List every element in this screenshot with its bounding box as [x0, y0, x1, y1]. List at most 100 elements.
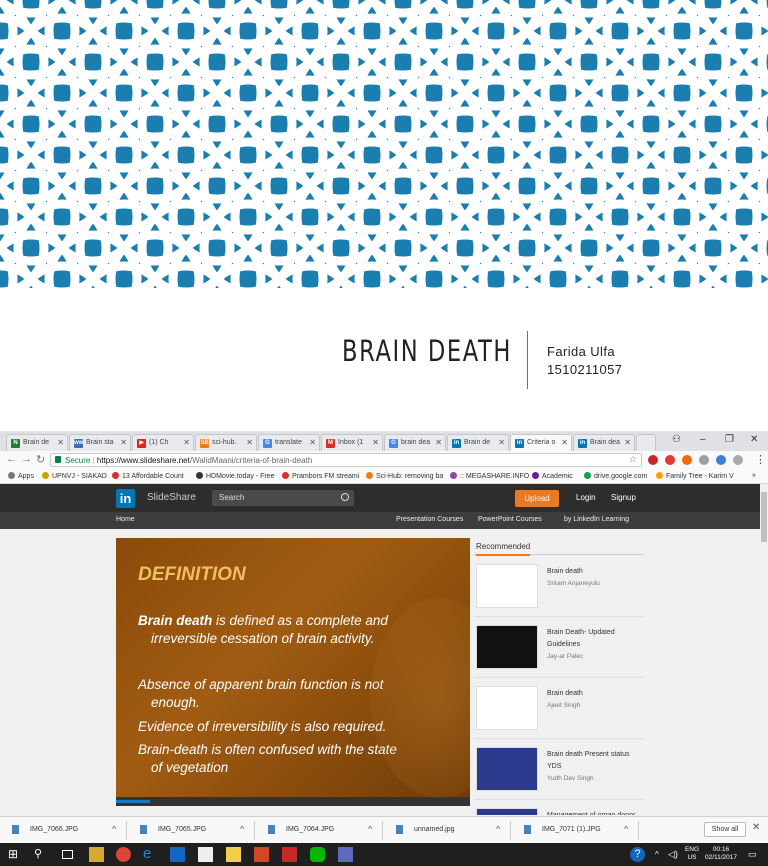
- chevron-up-icon[interactable]: ^: [368, 824, 372, 834]
- browser-tab[interactable]: ww Brain sta ✕: [69, 434, 131, 451]
- line-app-icon[interactable]: [310, 847, 325, 862]
- browser-tab[interactable]: ▶ (1) Ch ✕: [132, 434, 194, 451]
- bookmark-item[interactable]: Apps: [8, 472, 34, 480]
- browser-tab[interactable]: Gtranslate ✕: [258, 434, 320, 451]
- clock[interactable]: 00:16 02/11/2017: [700, 846, 742, 862]
- recommended-author[interactable]: Sriram Anjaneyulu: [547, 578, 643, 590]
- acrobat-icon[interactable]: [282, 847, 297, 862]
- browser-tab[interactable]: in Brain de ✕: [447, 434, 509, 451]
- recommended-thumbnail[interactable]: [476, 564, 538, 608]
- slide-viewer[interactable]: DEFINITION Brain death is defined as a c…: [116, 538, 470, 806]
- back-icon[interactable]: ←: [6, 453, 17, 465]
- recommended-item[interactable]: Brain death Ajeet Singh: [474, 679, 644, 739]
- linkedin-learning-link[interactable]: by LinkedIn Learning: [564, 516, 629, 523]
- tab-close-icon[interactable]: ✕: [57, 438, 64, 447]
- powerpoint-courses-link[interactable]: PowerPoint Courses: [478, 516, 542, 523]
- tab-close-icon[interactable]: ✕: [561, 438, 568, 447]
- bookmark-item[interactable]: HDMovie.today - Free: [196, 472, 274, 480]
- extension-fire-icon[interactable]: [682, 455, 692, 465]
- browser-tab[interactable]: in Brain dea ✕: [573, 434, 635, 451]
- recommended-thumbnail[interactable]: [476, 686, 538, 730]
- powerpoint-icon[interactable]: [254, 847, 269, 862]
- recommended-title[interactable]: Brain death: [547, 568, 583, 575]
- recommended-thumbnail[interactable]: [476, 625, 538, 669]
- notifications-icon[interactable]: ▭: [748, 850, 757, 859]
- recommended-author[interactable]: Jay-ar Palec: [547, 651, 643, 663]
- slideshare-logo-text[interactable]: SlideShare: [147, 492, 196, 503]
- extension-shield-icon[interactable]: [648, 455, 658, 465]
- address-bar[interactable]: Secure | https://www.slideshare.net/Wali…: [50, 453, 642, 467]
- tab-close-icon[interactable]: ✕: [246, 438, 253, 447]
- browser-tab[interactable]: in Criteria o ✕: [510, 434, 572, 451]
- profile-icon[interactable]: ⚇: [672, 434, 681, 445]
- minimize-icon[interactable]: –: [700, 434, 706, 445]
- sticky-notes-icon[interactable]: [226, 847, 241, 862]
- download-item[interactable]: IMG_7066.JPG ^: [0, 823, 125, 839]
- bookmark-item[interactable]: UPNVJ - SIAKAD: [42, 472, 107, 480]
- presentation-courses-link[interactable]: Presentation Courses: [396, 516, 463, 523]
- bookmark-item[interactable]: 13 Affordable Count: [112, 472, 184, 480]
- volume-icon[interactable]: ◁): [668, 850, 678, 859]
- recommended-item[interactable]: Brain Death- Updated Guidelines Jay-ar Pa…: [474, 618, 644, 678]
- recommended-author[interactable]: Ajeet Singh: [547, 700, 643, 712]
- bookmark-item[interactable]: Academic: [532, 472, 573, 480]
- recommended-author[interactable]: Yudh Dev Singh: [547, 773, 643, 785]
- scrollbar-thumb[interactable]: [761, 492, 767, 542]
- bookmark-item[interactable]: Sci-Hub: removing ba: [366, 472, 443, 480]
- chevron-up-icon[interactable]: ^: [655, 851, 659, 859]
- extension-pin-icon[interactable]: [716, 455, 726, 465]
- download-item[interactable]: IMG_7064.JPG ^: [256, 823, 381, 839]
- restore-icon[interactable]: ❐: [725, 434, 734, 445]
- login-link[interactable]: Login: [576, 493, 596, 502]
- download-item[interactable]: IMG_7071 (1).JPG ^: [512, 823, 637, 839]
- show-all-button[interactable]: Show all: [704, 822, 746, 837]
- extension-menu-icon[interactable]: [733, 455, 743, 465]
- recommended-item[interactable]: Brain death Present status YDS Yudh Dev S…: [474, 740, 644, 800]
- file-explorer-icon[interactable]: [89, 847, 104, 862]
- upload-button[interactable]: Upload: [515, 490, 559, 507]
- browser-tab[interactable]: N Brain de ✕: [6, 434, 68, 451]
- forward-icon[interactable]: →: [21, 453, 32, 465]
- close-downloads-icon[interactable]: ✕: [752, 822, 760, 833]
- tab-close-icon[interactable]: ✕: [624, 438, 631, 447]
- bookmark-item[interactable]: Family Tree - Karim V: [656, 472, 734, 480]
- home-link[interactable]: Home: [116, 516, 135, 523]
- edge-icon[interactable]: e: [143, 845, 158, 862]
- tab-close-icon[interactable]: ✕: [435, 438, 442, 447]
- close-window-icon[interactable]: ✕: [750, 434, 758, 445]
- slide-progress-bar[interactable]: [116, 797, 470, 806]
- recommended-title[interactable]: Brain death Present status YDS: [547, 751, 630, 770]
- chevron-up-icon[interactable]: ^: [112, 824, 116, 834]
- search-taskbar-icon[interactable]: ⚲: [34, 847, 49, 862]
- recommended-title[interactable]: Management of organ donor: [547, 812, 635, 815]
- search-input[interactable]: Search: [212, 490, 354, 506]
- task-view-icon[interactable]: [62, 850, 73, 859]
- page-scrollbar[interactable]: [760, 484, 768, 816]
- recommended-item[interactable]: Management of organ donor: [474, 801, 644, 815]
- download-item[interactable]: IMG_7065.JPG ^: [128, 823, 253, 839]
- tab-close-icon[interactable]: ✕: [120, 438, 127, 447]
- download-item[interactable]: unnamed.jpg ^: [384, 823, 509, 839]
- chevron-up-icon[interactable]: ^: [496, 824, 500, 834]
- search-icon[interactable]: [341, 493, 349, 501]
- linkedin-logo[interactable]: in: [116, 489, 135, 508]
- recommended-title[interactable]: Brain death: [547, 690, 583, 697]
- chrome-menu-icon[interactable]: ⋮: [755, 453, 766, 466]
- bookmark-item[interactable]: Prambors FM streami: [282, 472, 359, 480]
- recommended-item[interactable]: Brain death Sriram Anjaneyulu: [474, 557, 644, 617]
- recommended-title[interactable]: Brain Death- Updated Guidelines: [547, 629, 615, 648]
- windows-start-icon[interactable]: ⊞: [8, 847, 23, 862]
- tab-close-icon[interactable]: ✕: [183, 438, 190, 447]
- signup-link[interactable]: Signup: [611, 493, 636, 502]
- new-tab-button[interactable]: [636, 434, 656, 451]
- bookmark-item[interactable]: drive.google.com: [584, 472, 647, 480]
- chevron-up-icon[interactable]: ^: [240, 824, 244, 834]
- extension-gray-icon[interactable]: [699, 455, 709, 465]
- browser-tab[interactable]: M Inbox (1 ✕: [321, 434, 383, 451]
- app-icon[interactable]: [338, 847, 353, 862]
- recommended-thumbnail[interactable]: [476, 747, 538, 791]
- chrome-icon[interactable]: [116, 847, 131, 862]
- recommended-thumbnail[interactable]: [476, 808, 538, 815]
- shield-app-icon[interactable]: [170, 847, 185, 862]
- browser-tab[interactable]: SB sci-hub. ✕: [195, 434, 257, 451]
